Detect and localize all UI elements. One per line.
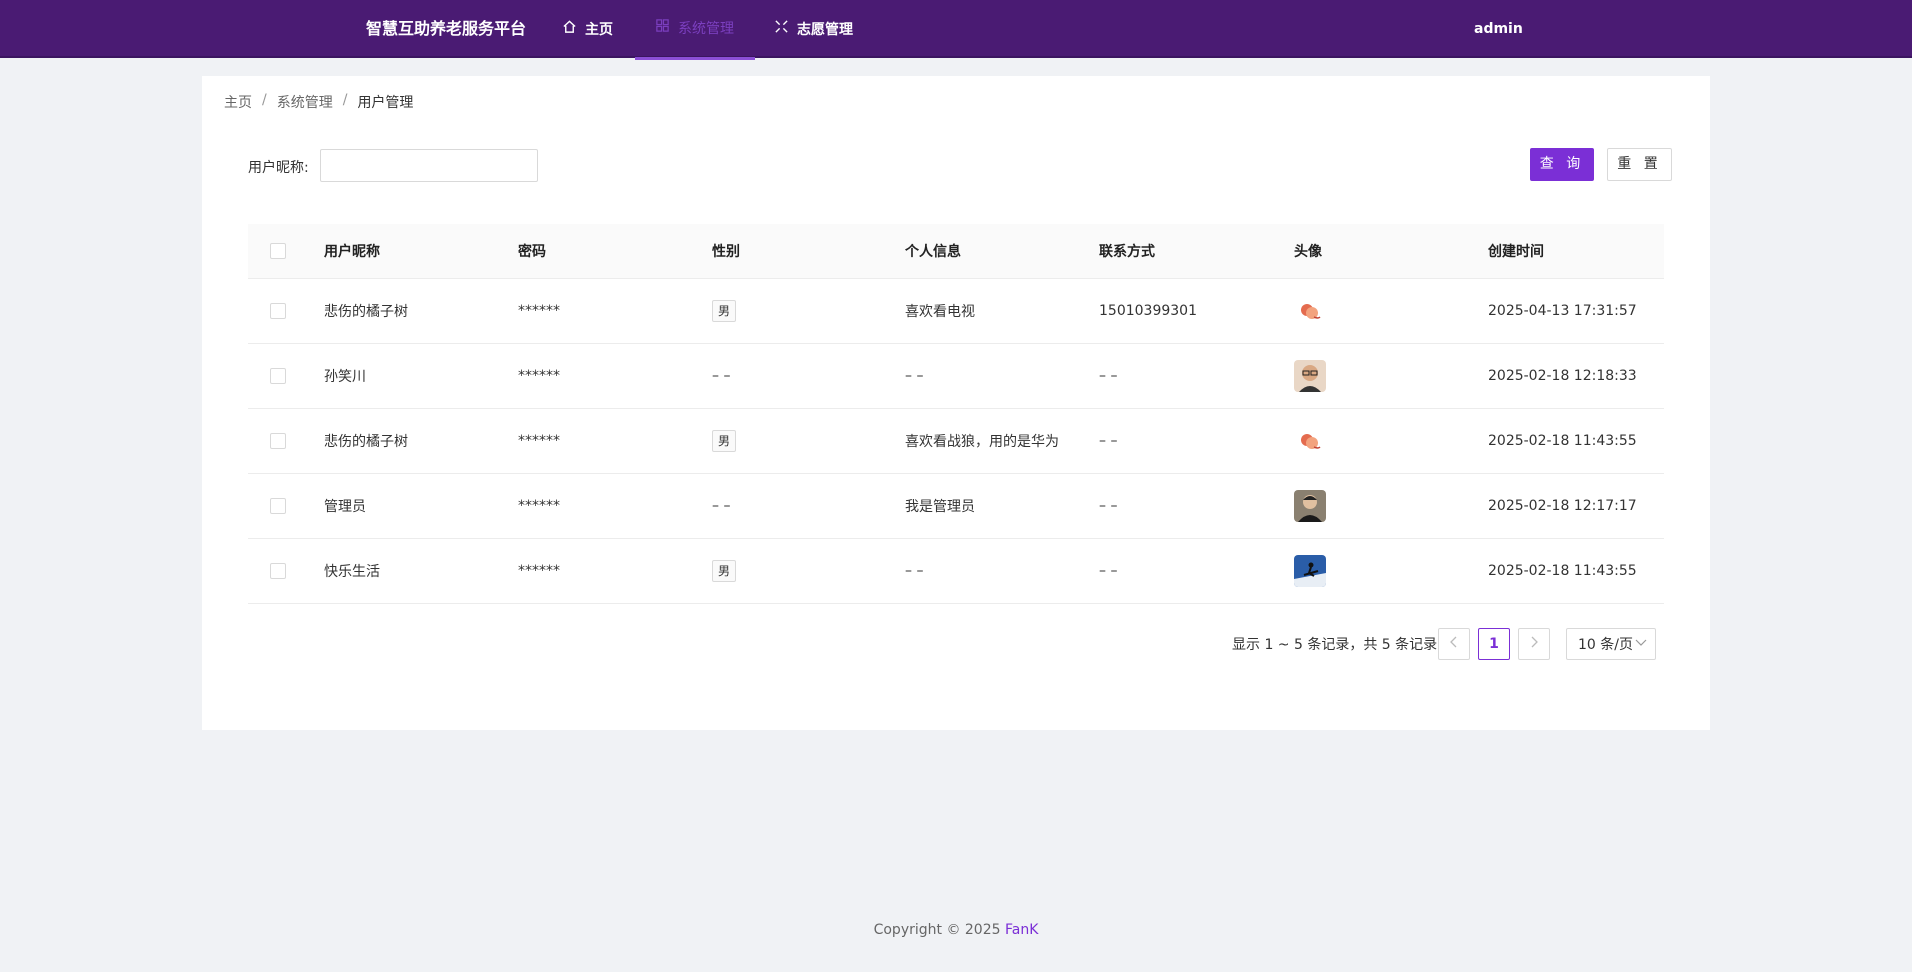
breadcrumb-home[interactable]: 主页	[224, 92, 252, 112]
column-header-created: 创建时间	[1488, 244, 1544, 260]
cell-gender: – –	[712, 368, 731, 384]
query-button[interactable]: 查 询	[1530, 148, 1594, 181]
column-header-avatar: 头像	[1294, 244, 1322, 260]
cell-nickname: 快乐生活	[324, 564, 380, 580]
man-glasses-avatar[interactable]	[1294, 360, 1326, 392]
breadcrumb-current: 用户管理	[357, 95, 414, 111]
breadcrumb-separator: /	[262, 92, 267, 108]
table-row: 孙笑川 ****** – – – – – – 2025-02-18 12:18:…	[248, 344, 1664, 409]
user-menu[interactable]: admin	[1474, 0, 1523, 58]
man-portrait-avatar[interactable]	[1294, 490, 1326, 522]
chevron-right-icon	[1528, 636, 1540, 652]
grid-icon	[655, 0, 670, 58]
cell-nickname: 悲伤的橘子树	[324, 434, 408, 450]
home-icon	[562, 1, 577, 59]
cell-info: – –	[905, 563, 924, 579]
nav-volunteer-management[interactable]: 志愿管理	[774, 0, 853, 60]
select-all-checkbox[interactable]	[270, 243, 286, 259]
search-label: 用户昵称:	[248, 160, 309, 176]
cell-created: 2025-02-18 12:17:17	[1488, 498, 1637, 514]
cell-contact: – –	[1099, 368, 1118, 384]
peach-avatar[interactable]	[1294, 295, 1326, 327]
breadcrumb-system[interactable]: 系统管理	[277, 92, 333, 112]
author-link[interactable]: FanK	[1005, 922, 1038, 938]
cell-created: 2025-02-18 12:18:33	[1488, 368, 1637, 384]
column-header-gender: 性别	[712, 244, 740, 260]
peach-avatar[interactable]	[1294, 425, 1326, 457]
pagination-info: 显示 1 ~ 5 条记录，共 5 条记录	[1232, 637, 1438, 653]
page-size-value: 10 条/页	[1578, 637, 1633, 653]
nav-system-label: 系统管理	[678, 20, 734, 37]
reset-button[interactable]: 重 置	[1607, 148, 1672, 181]
row-checkbox[interactable]	[270, 368, 286, 384]
breadcrumb: 主页 / 系统管理 / 用户管理	[224, 92, 413, 112]
gender-tag: 男	[712, 560, 737, 582]
table-header: 用户昵称 密码 性别 个人信息 联系方式 头像 创建时间	[248, 224, 1664, 279]
cell-info: 喜欢看电视	[905, 304, 975, 320]
row-checkbox[interactable]	[270, 498, 286, 514]
cell-password: ******	[518, 303, 560, 319]
cell-info: 喜欢看战狼，用的是华为	[905, 434, 1059, 450]
cell-contact: – –	[1099, 433, 1118, 449]
user-table: 用户昵称 密码 性别 个人信息 联系方式 头像 创建时间 悲伤的橘子树 ****…	[248, 224, 1664, 604]
brand-title: 智慧互助养老服务平台	[366, 19, 527, 38]
cell-info: 我是管理员	[905, 499, 975, 515]
row-checkbox[interactable]	[270, 433, 286, 449]
cell-nickname: 悲伤的橘子树	[324, 304, 408, 320]
column-header-password: 密码	[518, 244, 546, 260]
ski-avatar[interactable]	[1294, 555, 1326, 587]
cell-info: – –	[905, 368, 924, 384]
column-header-info: 个人信息	[905, 244, 961, 260]
table-row: 快乐生活 ****** 男 – – – – 2025-02-18 11:43:5…	[248, 539, 1664, 604]
page-size-select[interactable]: 10 条/页	[1566, 628, 1656, 660]
row-checkbox[interactable]	[270, 563, 286, 579]
cell-password: ******	[518, 563, 560, 579]
row-checkbox[interactable]	[270, 303, 286, 319]
cell-nickname: 孙笑川	[324, 369, 366, 385]
nav-home-label: 主页	[585, 22, 613, 38]
cell-contact: 15010399301	[1099, 303, 1197, 319]
content-card: 主页 / 系统管理 / 用户管理 用户昵称: 查 询 重 置 用户昵称 密码 性…	[202, 76, 1710, 730]
nav-volunteer-label: 志愿管理	[797, 22, 853, 38]
cell-password: ******	[518, 433, 560, 449]
cell-password: ******	[518, 498, 560, 514]
top-navbar: 智慧互助养老服务平台 主页 系统管理 志愿管理 admin	[0, 0, 1912, 60]
nav-system-management[interactable]: 系统管理	[635, 0, 755, 60]
gender-tag: 男	[712, 430, 737, 452]
breadcrumb-separator: /	[342, 92, 348, 108]
cell-password: ******	[518, 368, 560, 384]
cell-created: 2025-02-18 11:43:55	[1488, 563, 1637, 579]
prev-page-button[interactable]	[1438, 628, 1470, 660]
table-row: 悲伤的橘子树 ****** 男 喜欢看战狼，用的是华为 – – 2025-02-…	[248, 409, 1664, 474]
copyright-text: Copyright © 2025	[873, 922, 1005, 938]
table-row: 管理员 ****** – – 我是管理员 – – 2025-02-18 12:1…	[248, 474, 1664, 539]
cell-contact: – –	[1099, 563, 1118, 579]
page-number-button[interactable]: 1	[1478, 628, 1510, 660]
footer: Copyright © 2025 FanK	[0, 922, 1912, 938]
cell-created: 2025-02-18 11:43:55	[1488, 433, 1637, 449]
column-header-contact: 联系方式	[1099, 244, 1155, 260]
next-page-button[interactable]	[1518, 628, 1550, 660]
gender-tag: 男	[712, 300, 737, 322]
expand-icon	[774, 1, 789, 59]
nav-home[interactable]: 主页	[562, 0, 613, 60]
column-header-nickname: 用户昵称	[324, 244, 380, 260]
cell-gender: – –	[712, 498, 731, 514]
nickname-search-input[interactable]	[320, 149, 538, 182]
cell-nickname: 管理员	[324, 499, 366, 515]
chevron-left-icon	[1448, 636, 1460, 652]
cell-contact: – –	[1099, 498, 1118, 514]
chevron-down-icon	[1633, 636, 1647, 652]
cell-created: 2025-04-13 17:31:57	[1488, 303, 1637, 319]
table-row: 悲伤的橘子树 ****** 男 喜欢看电视 15010399301 2025-0…	[248, 279, 1664, 344]
